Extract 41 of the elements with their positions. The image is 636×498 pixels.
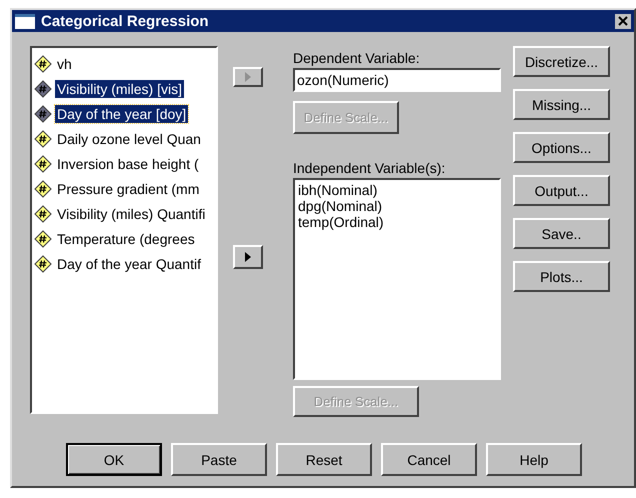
dialog-button[interactable]: Reset — [276, 443, 372, 476]
dependent-variable-field[interactable]: ozon(Numeric) — [293, 68, 501, 92]
dialog-button[interactable]: Help — [486, 443, 582, 476]
list-item[interactable]: temp(Ordinal) — [298, 214, 496, 230]
variable-item[interactable]: Day of the year Quantif — [34, 252, 216, 276]
variable-item[interactable]: Visibility (miles) Quantifi — [34, 202, 216, 226]
field-label: Dependent Variable: — [293, 50, 421, 68]
variable-item[interactable]: Inversion base height ( — [34, 152, 216, 176]
triangle-arrow-icon — [244, 251, 252, 263]
variable-item[interactable]: Temperature (degrees — [34, 227, 216, 251]
window-title: Categorical Regression — [41, 12, 210, 30]
scale-variable-icon — [34, 105, 52, 123]
close-icon[interactable] — [615, 14, 631, 28]
independent-variable-list[interactable]: ibh(Nominal) dpg(Nominal) temp(Ordinal) — [293, 178, 501, 380]
list-item[interactable]: dpg(Nominal) — [298, 198, 496, 214]
window-icon — [15, 14, 35, 28]
scale-variable-icon — [34, 55, 52, 73]
scale-variable-icon — [34, 180, 52, 198]
scale-variable-icon — [34, 230, 52, 248]
scale-variable-icon — [34, 80, 52, 98]
move-button[interactable] — [233, 245, 263, 269]
triangle-arrow-icon — [244, 71, 252, 83]
dialog-button[interactable]: Options... — [513, 132, 610, 163]
field-label: Independent Variable(s): — [293, 160, 446, 178]
variable-item[interactable]: Daily ozone level Quan — [34, 127, 216, 151]
dialog-button[interactable]: Missing... — [513, 89, 610, 120]
variable-list[interactable]: vh Visibility (miles) [vis] Day of the year [doy] Daily ozone level Quan Inversion base height ( Pressure gradient (mm Visibility (miles) Quantifi Temperature (degrees Day of the year Quantif — [30, 46, 218, 414]
scale-variable-icon — [34, 255, 52, 273]
dialog-button[interactable]: Output... — [513, 175, 610, 206]
list-item[interactable]: ibh(Nominal) — [298, 182, 496, 198]
dialog-button[interactable]: Cancel — [381, 443, 477, 476]
dialog-button[interactable]: Save.. — [513, 218, 610, 249]
variable-item[interactable]: Pressure gradient (mm — [34, 177, 216, 201]
dialog-button[interactable]: Discretize... — [513, 46, 610, 77]
dialog-button[interactable]: Paste — [171, 443, 267, 476]
dialog-button[interactable]: OK — [66, 443, 162, 476]
scale-variable-icon — [34, 130, 52, 148]
scale-variable-icon — [34, 155, 52, 173]
variable-item[interactable]: vh — [34, 52, 216, 76]
dialog-button[interactable]: Plots... — [513, 261, 610, 292]
scale-variable-icon — [34, 205, 52, 223]
